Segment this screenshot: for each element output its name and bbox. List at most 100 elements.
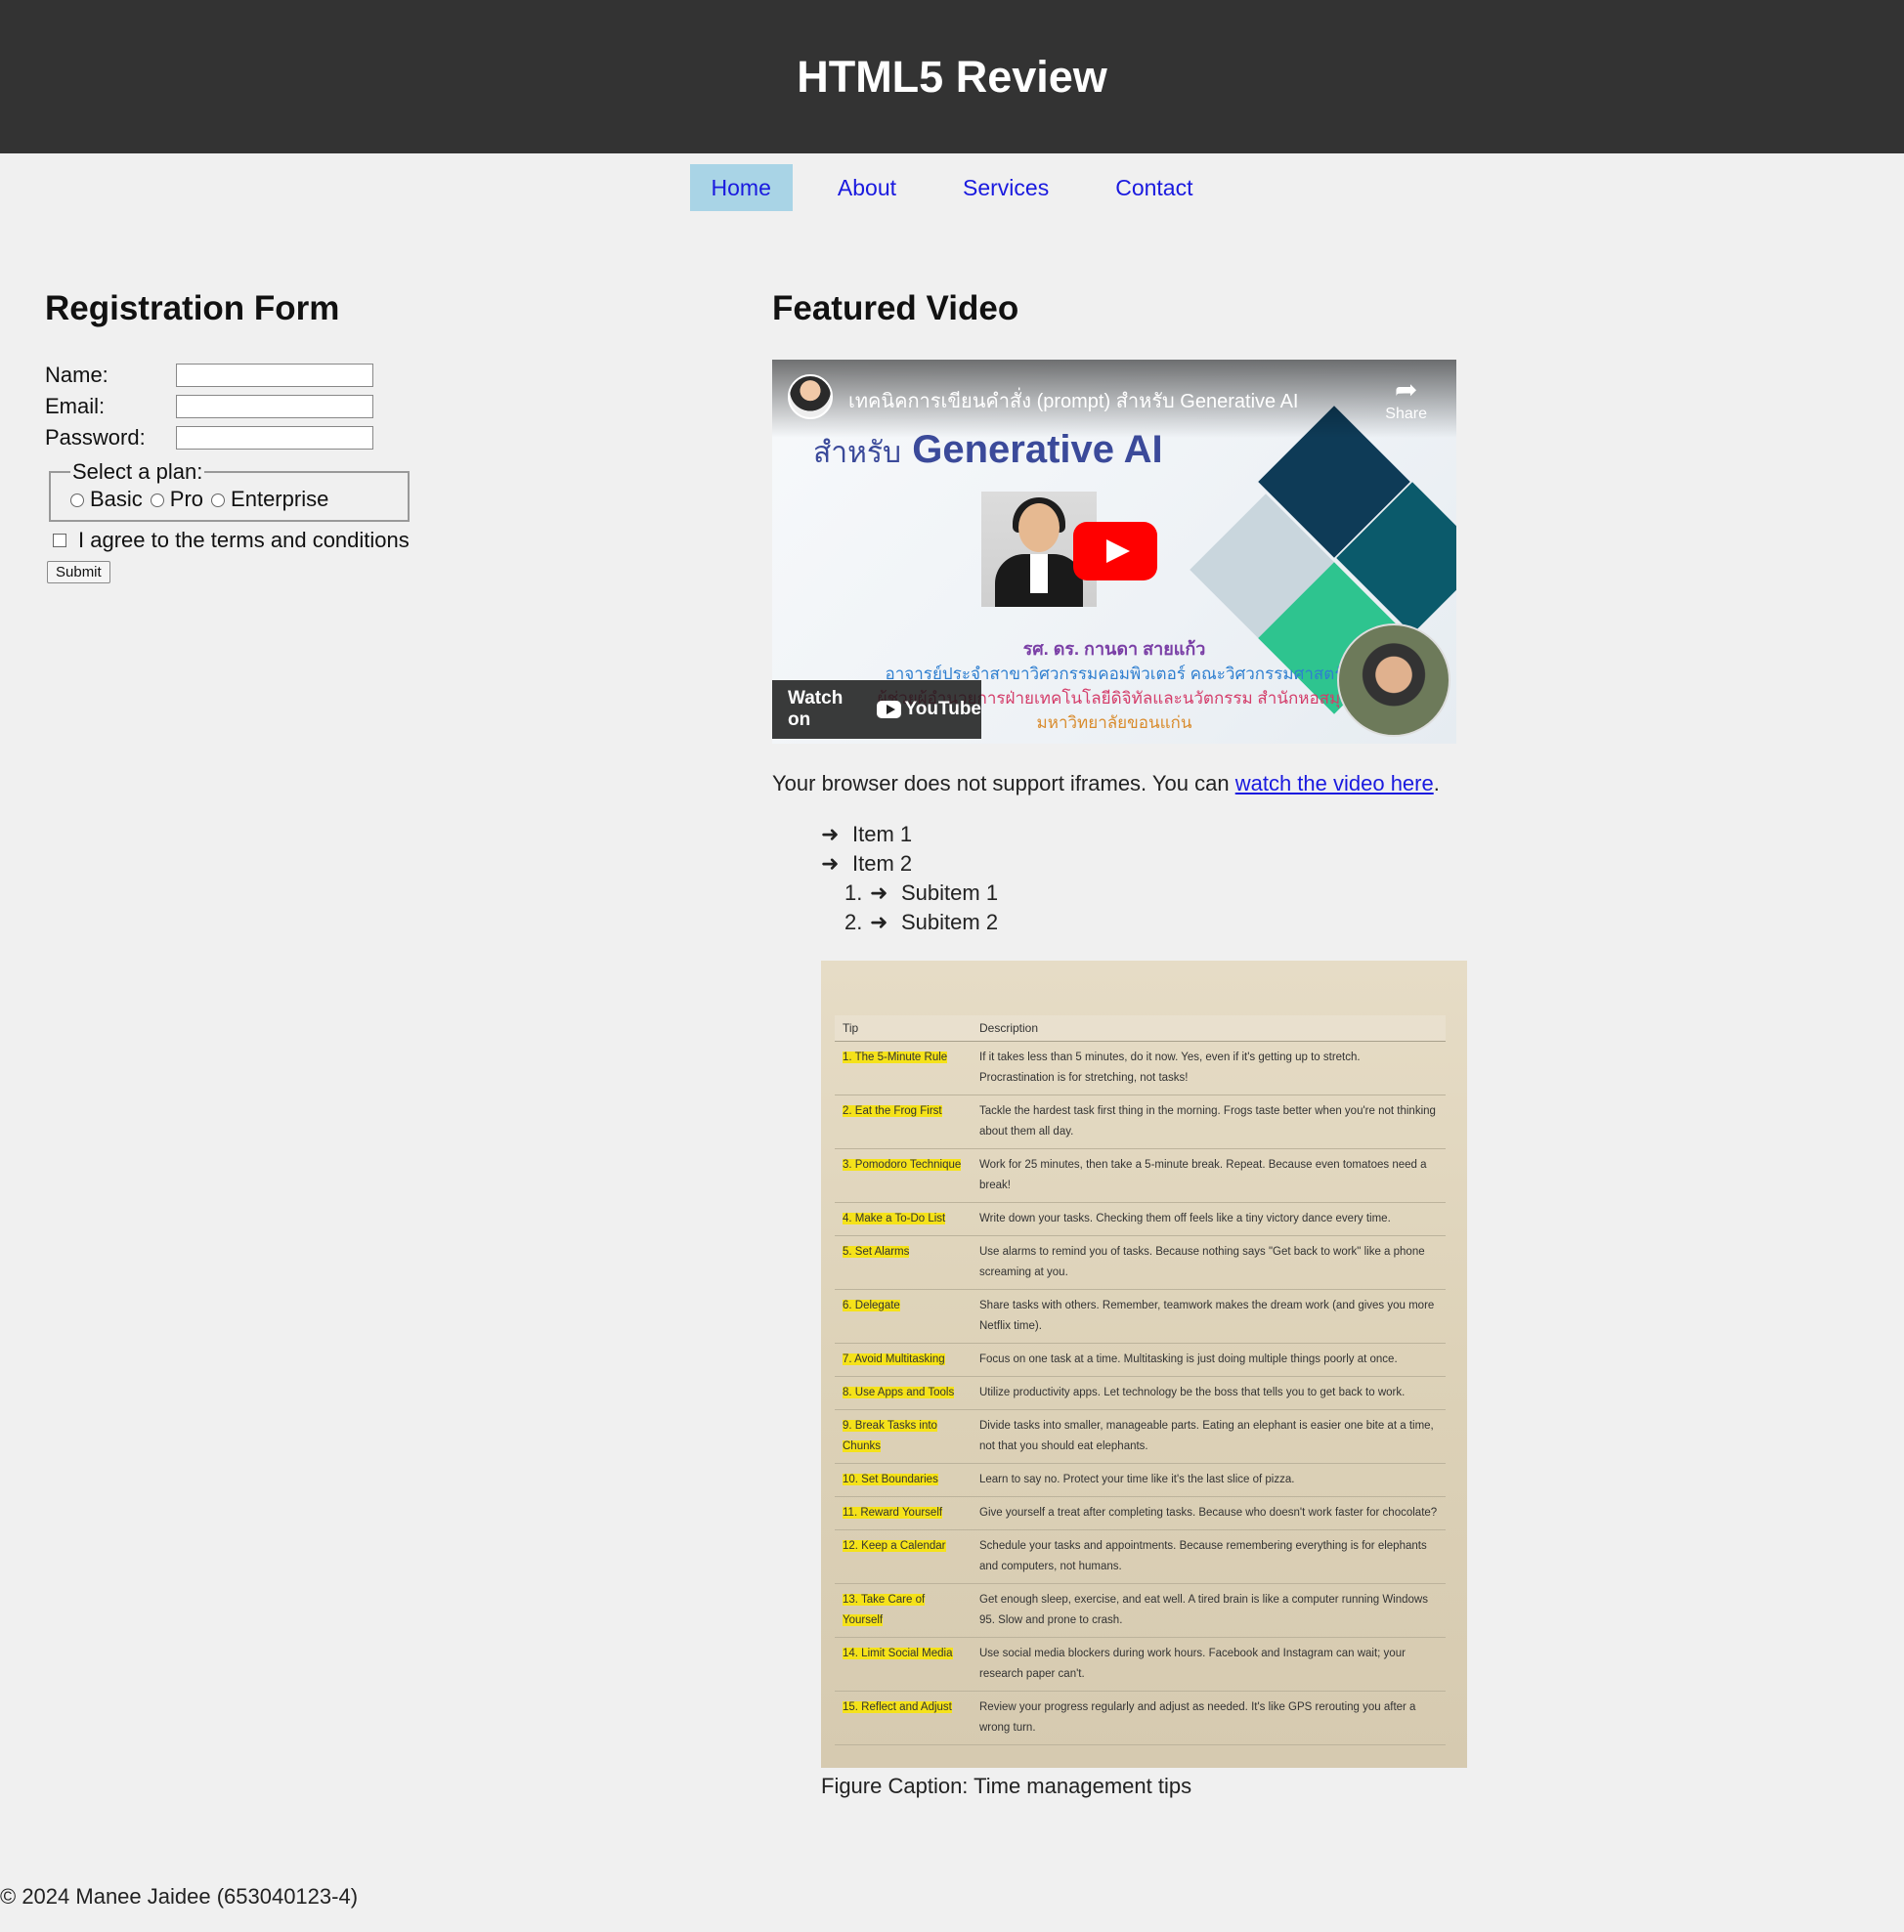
tip-name: 9. Break Tasks into Chunks: [843, 1420, 937, 1452]
tip-cell: 12. Keep a Calendar: [835, 1529, 972, 1584]
tip-cell: 1. The 5-Minute Rule: [835, 1041, 972, 1095]
tip-name: 8. Use Apps and Tools: [843, 1387, 955, 1398]
tip-cell: 10. Set Boundaries: [835, 1463, 972, 1497]
play-button-icon[interactable]: [1073, 522, 1157, 580]
table-row: 11. Reward Yourself Give yourself a treat…: [835, 1496, 1446, 1530]
sub-item-2: Subitem 2: [901, 910, 999, 934]
table-row: 6. Delegate Share tasks with others. Reme…: [835, 1289, 1446, 1344]
radio-enterprise[interactable]: [211, 494, 226, 508]
tip-description: Schedule your tasks and appointments. Be…: [972, 1529, 1446, 1584]
watch-video-link[interactable]: watch the video here: [1235, 771, 1434, 795]
tip-description: Learn to say no. Protect your time like …: [972, 1463, 1446, 1497]
tip-description: Write down your tasks. Checking them off…: [972, 1202, 1446, 1236]
thumbnail-thai-word: สำหรับ: [813, 437, 902, 469]
video-embed[interactable]: สำหรับ Generative AI รศ. ดร. กานดา สายแก…: [772, 360, 1456, 744]
item-list: ➜ Item 1 ➜ Item 2 1. ➜ Subitem 1 2. ➜ Subitem …: [821, 820, 1554, 937]
tip-cell: 5. Set Alarms: [835, 1235, 972, 1290]
radio-basic[interactable]: [70, 494, 84, 508]
tip-name: 11. Reward Yourself: [843, 1507, 943, 1519]
table-row: 3. Pomodoro Technique Work for 25 minutes…: [835, 1148, 1446, 1203]
nav-home-link[interactable]: Home: [689, 164, 793, 211]
share-button[interactable]: ➦ Share: [1385, 373, 1427, 423]
tip-cell: 3. Pomodoro Technique: [835, 1148, 972, 1203]
list-item: ➜ Item 2: [821, 849, 1554, 879]
tip-name: 12. Keep a Calendar: [843, 1540, 946, 1552]
name-field[interactable]: [176, 364, 373, 387]
tip-cell: 9. Break Tasks into Chunks: [835, 1409, 972, 1464]
plan-pro-label: Pro: [169, 487, 204, 511]
arrow-icon: ➜: [821, 822, 840, 846]
table-row: 9. Break Tasks into Chunks Divide tasks i…: [835, 1409, 1446, 1464]
share-icon: ➦: [1394, 374, 1418, 405]
tip-description: Utilize productivity apps. Let technolog…: [972, 1376, 1446, 1410]
sub-number: 2.: [844, 910, 863, 934]
tip-cell: 14. Limit Social Media: [835, 1637, 972, 1692]
plan-fieldset: Select a plan: Basic Pro Enterprise: [49, 459, 410, 522]
nav-about-link[interactable]: About: [816, 164, 918, 211]
tip-name: 2. Eat the Frog First: [843, 1105, 942, 1117]
name-label: Name:: [45, 363, 108, 387]
plan-basic-option[interactable]: Basic: [70, 487, 143, 512]
video-title-link[interactable]: เทคนิคการเขียนคำสั่ง (prompt) สำหรับ Gen…: [848, 385, 1299, 416]
tip-cell: 7. Avoid Multitasking: [835, 1343, 972, 1377]
col-desc-header: Description: [972, 1015, 1446, 1042]
featured-video-section: Featured Video สำหรับ Generative AI รศ. …: [772, 289, 1554, 1799]
tip-description: Use social media blockers during work ho…: [972, 1637, 1446, 1692]
password-field[interactable]: [176, 426, 373, 450]
plan-basic-label: Basic: [90, 487, 143, 511]
sub-list-item: 2. ➜ Subitem 2: [844, 908, 1554, 937]
watch-on-label: Watch on: [788, 688, 844, 730]
tips-table: Tip Description 1. The 5-Minute Rule If i…: [835, 1015, 1446, 1745]
tip-description: Review your progress regularly and adjus…: [972, 1691, 1446, 1745]
youtube-logo-icon: [877, 701, 901, 718]
channel-avatar[interactable]: [788, 374, 833, 419]
iframe-note-text: Your browser does not support iframes. Y…: [772, 771, 1235, 795]
tip-cell: 8. Use Apps and Tools: [835, 1376, 972, 1410]
table-row: 10. Set Boundaries Learn to say no. Prote…: [835, 1463, 1446, 1497]
watch-on-youtube-button[interactable]: Watch on YouTube: [772, 680, 981, 739]
table-row: 5. Set Alarms Use alarms to remind you of…: [835, 1235, 1446, 1290]
tip-name: 5. Set Alarms: [843, 1246, 910, 1258]
tip-cell: 6. Delegate: [835, 1289, 972, 1344]
tip-name: 7. Avoid Multitasking: [843, 1353, 945, 1365]
list-item: ➜ Item 1: [821, 820, 1554, 849]
registration-section: Registration Form Name: Email: Password:…: [45, 289, 631, 583]
arrow-icon: ➜: [870, 880, 888, 905]
table-row: 13. Take Care of Yourself Get enough slee…: [835, 1583, 1446, 1638]
agree-checkbox[interactable]: [53, 534, 66, 547]
tip-cell: 2. Eat the Frog First: [835, 1095, 972, 1149]
tips-image: Tip Description 1. The 5-Minute Rule If i…: [821, 961, 1467, 1768]
submit-button[interactable]: Submit: [47, 561, 110, 583]
tip-description: Use alarms to remind you of tasks. Becau…: [972, 1235, 1446, 1290]
table-row: 7. Avoid Multitasking Focus on one task a…: [835, 1343, 1446, 1377]
table-row: 1. The 5-Minute Rule If it takes less tha…: [835, 1041, 1446, 1095]
nav-contact-link[interactable]: Contact: [1094, 164, 1214, 211]
arrow-icon: ➜: [821, 851, 840, 876]
plan-enterprise-option[interactable]: Enterprise: [211, 487, 328, 512]
tip-description: Give yourself a treat after completing t…: [972, 1496, 1446, 1530]
email-field[interactable]: [176, 395, 373, 418]
tip-name: 3. Pomodoro Technique: [843, 1159, 962, 1171]
tip-name: 14. Limit Social Media: [843, 1648, 953, 1659]
page-title: HTML5 Review: [797, 51, 1107, 102]
agree-row[interactable]: I agree to the terms and conditions: [45, 528, 631, 553]
table-row: 15. Reflect and Adjust Review your progre…: [835, 1691, 1446, 1745]
nav-services-link[interactable]: Services: [941, 164, 1070, 211]
tip-description: If it takes less than 5 minutes, do it n…: [972, 1041, 1446, 1095]
radio-pro[interactable]: [150, 494, 164, 508]
tip-cell: 13. Take Care of Yourself: [835, 1583, 972, 1638]
arrow-icon: ➜: [870, 910, 888, 934]
youtube-label: YouTube: [904, 699, 981, 719]
email-label: Email:: [45, 394, 106, 418]
plan-enterprise-label: Enterprise: [231, 487, 329, 511]
sub-item-1: Subitem 1: [901, 880, 999, 905]
password-row: Password:: [45, 422, 631, 453]
tip-description: Divide tasks into smaller, manageable pa…: [972, 1409, 1446, 1464]
tip-name: 13. Take Care of Yourself: [843, 1594, 926, 1626]
tip-description: Work for 25 minutes, then take a 5-minut…: [972, 1148, 1446, 1203]
plan-pro-option[interactable]: Pro: [150, 487, 204, 512]
tip-cell: 11. Reward Yourself: [835, 1496, 972, 1530]
tip-description: Tackle the hardest task first thing in t…: [972, 1095, 1446, 1149]
tip-name: 10. Set Boundaries: [843, 1474, 938, 1485]
featured-video-title: Featured Video: [772, 289, 1019, 327]
